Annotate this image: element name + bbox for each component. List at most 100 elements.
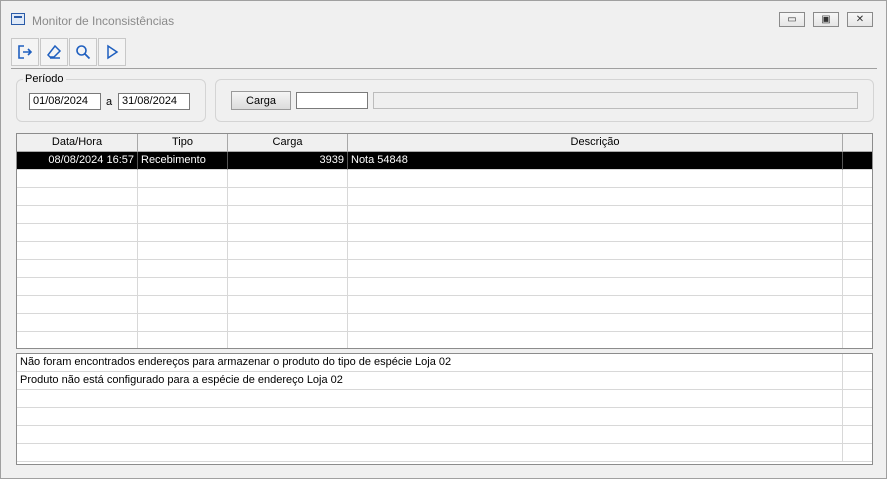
main-window: Monitor de Inconsistências ▭ ▣ ✕ Período… xyxy=(0,0,887,479)
window-title: Monitor de Inconsistências xyxy=(32,14,175,28)
empty-cell xyxy=(348,206,843,224)
carga-description-field xyxy=(373,92,858,109)
empty-cell xyxy=(17,224,138,242)
empty-cell xyxy=(138,296,228,314)
carga-button[interactable]: Carga xyxy=(231,91,291,110)
empty-cell xyxy=(348,332,843,348)
empty-cell xyxy=(17,296,138,314)
empty-cell xyxy=(138,242,228,260)
empty-cell xyxy=(228,224,348,242)
inconsistencies-grid[interactable]: Data/Hora Tipo Carga Descrição 08/08/202… xyxy=(16,133,873,349)
detail-message: Não foram encontrados endereços para arm… xyxy=(17,354,843,372)
search-icon xyxy=(76,45,91,60)
empty-cell xyxy=(17,408,843,426)
empty-cell xyxy=(17,444,843,462)
empty-cell xyxy=(17,242,138,260)
empty-cell xyxy=(228,188,348,206)
empty-cell xyxy=(348,296,843,314)
empty-cell xyxy=(843,188,872,206)
empty-cell xyxy=(17,278,138,296)
cell-spacer xyxy=(843,152,872,170)
close-icon: ✕ xyxy=(855,13,865,25)
empty-cell xyxy=(138,224,228,242)
empty-cell xyxy=(348,224,843,242)
empty-cell xyxy=(843,242,872,260)
eraser-icon xyxy=(47,44,62,59)
empty-cell xyxy=(843,408,872,426)
empty-cell xyxy=(843,296,872,314)
exit-button[interactable] xyxy=(11,38,39,66)
date-range-separator: a xyxy=(106,96,113,108)
detail-grid[interactable]: Não foram encontrados endereços para arm… xyxy=(16,353,873,465)
play-icon xyxy=(107,44,119,60)
empty-cell xyxy=(138,332,228,348)
column-header-carga[interactable]: Carga xyxy=(228,134,348,152)
empty-cell xyxy=(228,332,348,348)
empty-cell xyxy=(843,206,872,224)
empty-cell xyxy=(17,332,138,348)
empty-cell xyxy=(228,296,348,314)
date-from-input[interactable]: 01/08/2024 xyxy=(29,93,101,110)
empty-cell xyxy=(843,444,872,462)
close-button[interactable]: ✕ xyxy=(847,12,873,27)
column-header-datahora[interactable]: Data/Hora xyxy=(17,134,138,152)
empty-cell xyxy=(228,170,348,188)
toolbar-separator xyxy=(11,68,877,69)
cell-spacer xyxy=(843,372,872,390)
empty-cell xyxy=(348,260,843,278)
empty-cell xyxy=(843,224,872,242)
restore-button[interactable]: ▣ xyxy=(813,12,839,27)
minimize-icon: ▭ xyxy=(787,13,797,25)
empty-cell xyxy=(138,260,228,278)
column-header-spacer xyxy=(843,134,872,152)
empty-cell xyxy=(843,170,872,188)
cell-spacer xyxy=(843,354,872,372)
carga-code-input[interactable] xyxy=(296,92,368,109)
detail-message: Produto não está configurado para a espé… xyxy=(17,372,843,390)
app-window-icon xyxy=(11,13,25,25)
clear-button[interactable] xyxy=(40,38,68,66)
empty-cell xyxy=(17,390,843,408)
empty-cell xyxy=(843,314,872,332)
empty-cell xyxy=(348,188,843,206)
empty-cell xyxy=(228,278,348,296)
empty-cell xyxy=(138,314,228,332)
restore-icon: ▣ xyxy=(821,13,831,25)
toolbar xyxy=(11,38,127,66)
empty-cell xyxy=(348,314,843,332)
empty-cell xyxy=(17,314,138,332)
empty-cell xyxy=(138,170,228,188)
empty-cell xyxy=(17,170,138,188)
empty-cell xyxy=(348,278,843,296)
empty-cell xyxy=(348,170,843,188)
search-button[interactable] xyxy=(69,38,97,66)
empty-cell xyxy=(138,278,228,296)
cell-descricao: Nota 54848 xyxy=(348,152,843,170)
execute-button[interactable] xyxy=(98,38,126,66)
empty-cell xyxy=(17,206,138,224)
empty-cell xyxy=(228,260,348,278)
empty-cell xyxy=(843,426,872,444)
column-header-descricao[interactable]: Descrição xyxy=(348,134,843,152)
empty-cell xyxy=(228,314,348,332)
empty-cell xyxy=(348,242,843,260)
date-to-input[interactable]: 31/08/2024 xyxy=(118,93,190,110)
empty-cell xyxy=(843,332,872,348)
exit-icon xyxy=(18,45,33,59)
cell-datahora: 08/08/2024 16:57 xyxy=(17,152,138,170)
cell-tipo: Recebimento xyxy=(138,152,228,170)
minimize-button[interactable]: ▭ xyxy=(779,12,805,27)
empty-cell xyxy=(138,188,228,206)
empty-cell xyxy=(228,242,348,260)
empty-cell xyxy=(843,260,872,278)
empty-cell xyxy=(17,426,843,444)
title-bar[interactable]: Monitor de Inconsistências ▭ ▣ ✕ xyxy=(1,1,886,32)
column-header-tipo[interactable]: Tipo xyxy=(138,134,228,152)
periodo-label: Período xyxy=(23,73,66,85)
empty-cell xyxy=(17,188,138,206)
empty-cell xyxy=(228,206,348,224)
empty-cell xyxy=(843,278,872,296)
empty-cell xyxy=(17,260,138,278)
cell-carga: 3939 xyxy=(228,152,348,170)
empty-cell xyxy=(843,390,872,408)
